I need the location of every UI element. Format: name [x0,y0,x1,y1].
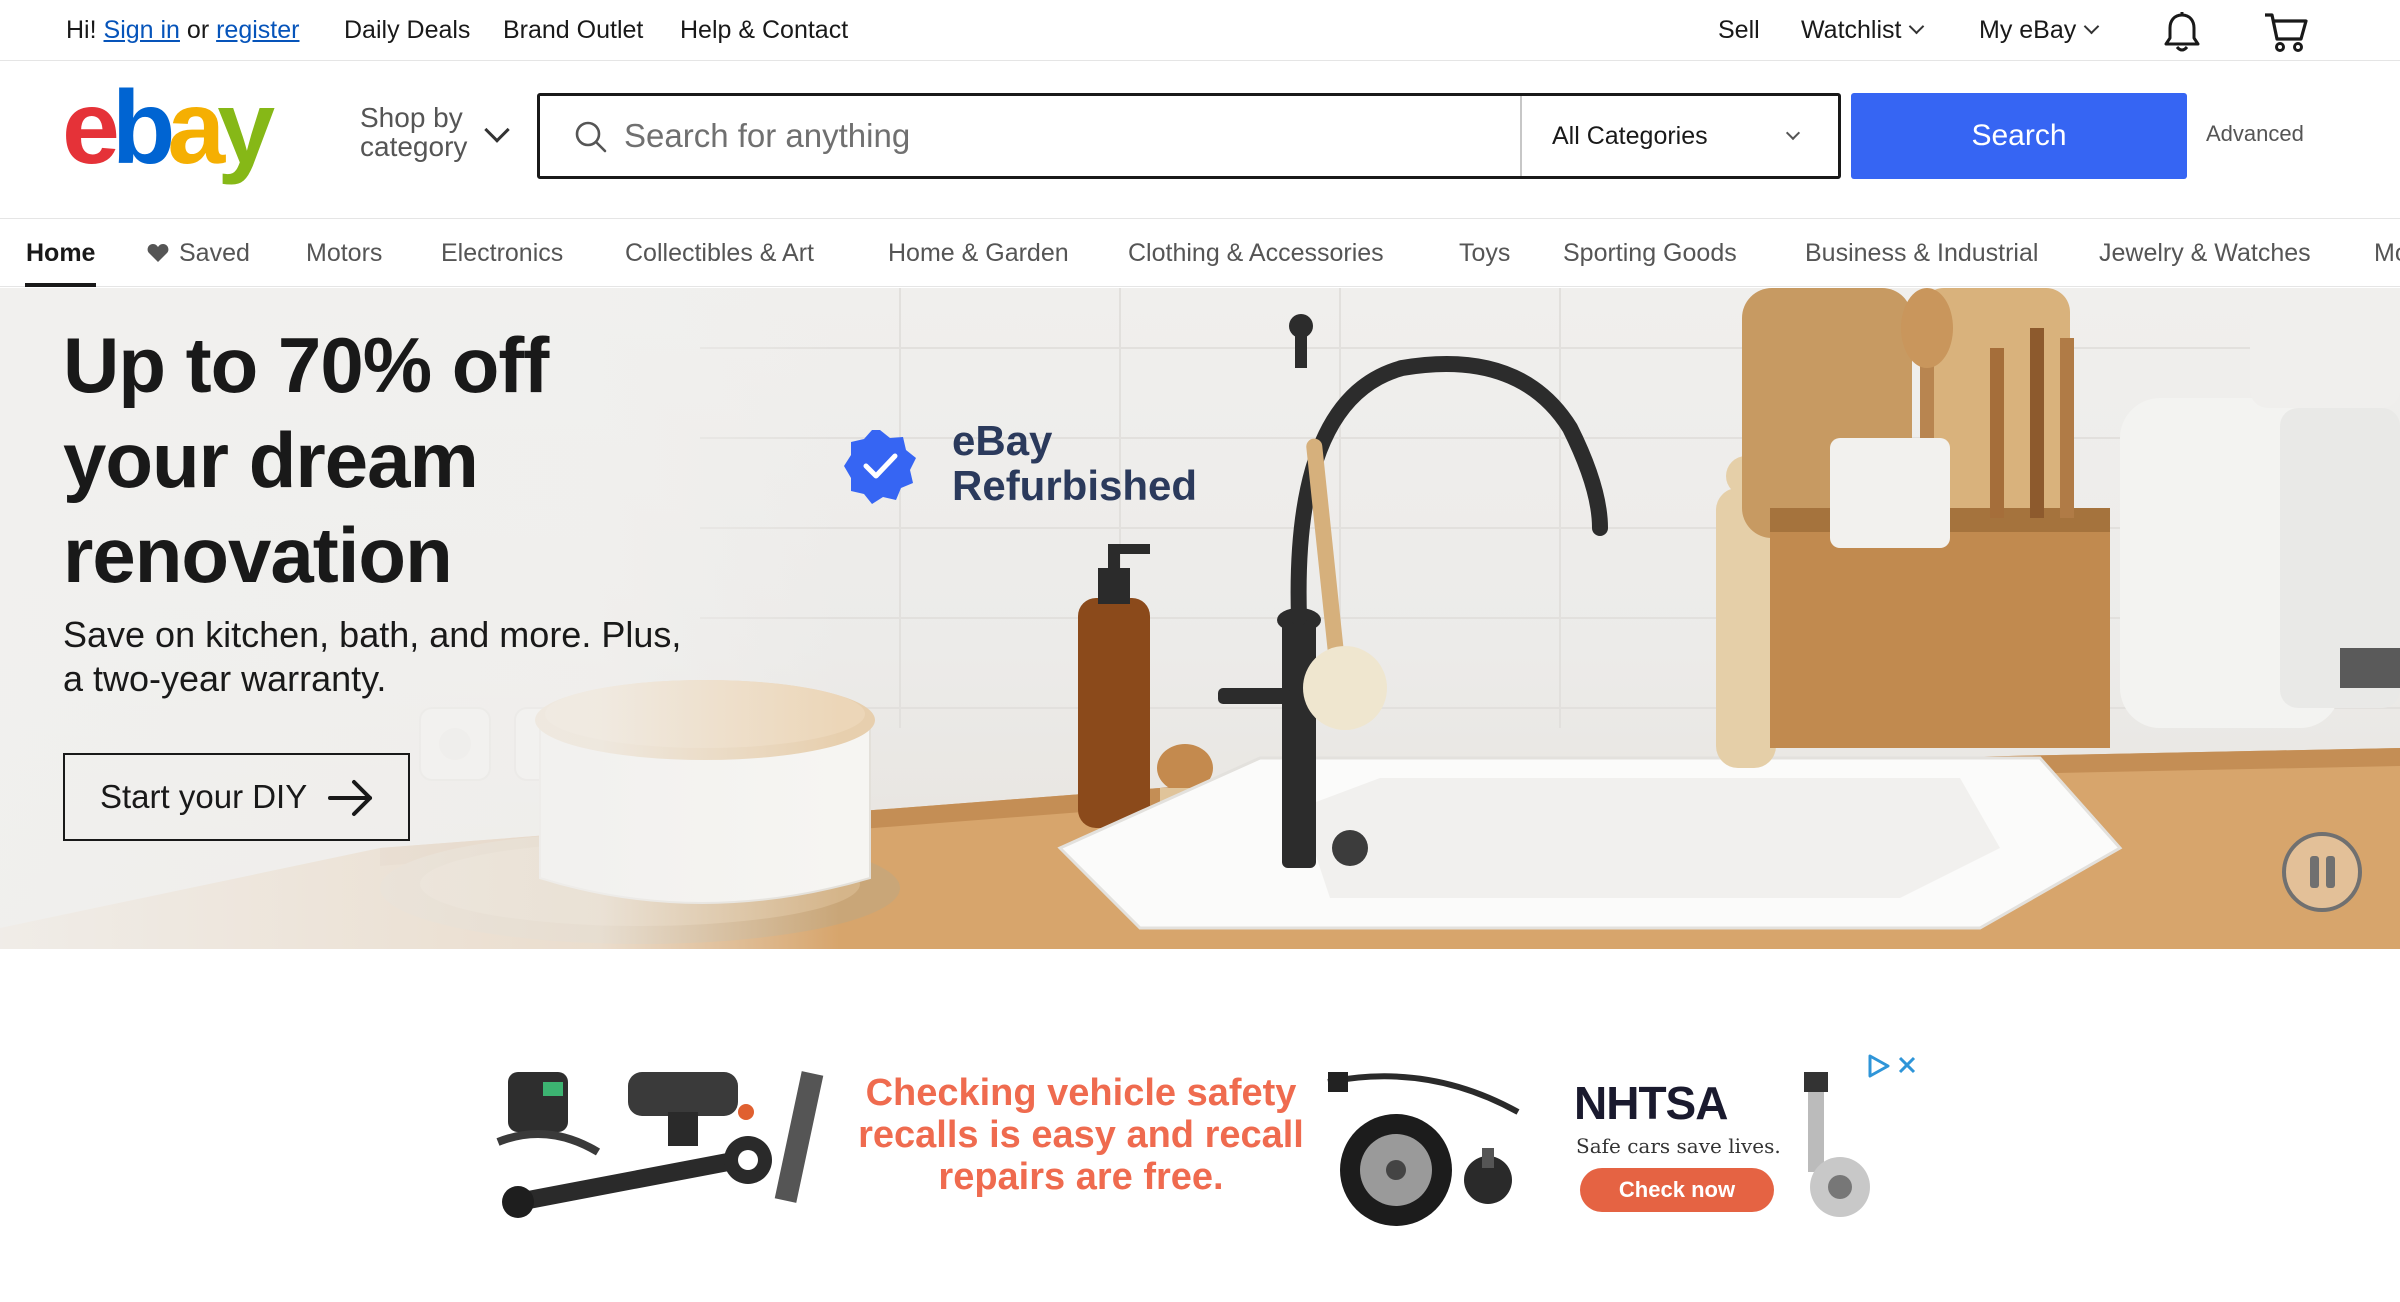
nav-item-more[interactable]: Mo [2374,219,2400,287]
nav-item-collectibles[interactable]: Collectibles & Art [625,219,814,287]
header: ebay Shop by category All Categories Sea… [0,61,2400,219]
nav-item-business[interactable]: Business & Industrial [1805,219,2038,287]
register-link[interactable]: register [216,16,299,45]
ebay-refurbished-badge: eBay Refurbished [842,418,1222,528]
cart-icon[interactable] [2262,8,2310,56]
refurbished-text: eBay Refurbished [952,418,1197,508]
pause-icon [2310,856,2319,888]
shop-by-category-label: Shop by category [360,102,468,162]
ad-headline: Checking vehicle safety recalls is easy … [858,1072,1304,1198]
brand-outlet-link[interactable]: Brand Outlet [503,0,643,61]
verified-badge-icon [844,430,916,504]
refurbished-line-2: Refurbished [952,462,1198,509]
active-tab-indicator [25,283,96,287]
sell-link[interactable]: Sell [1718,0,1760,61]
or-text: or [186,16,210,44]
ebay-logo[interactable]: ebay [62,70,300,189]
ad-choices-icon[interactable] [1866,1052,1920,1080]
hero-banner[interactable]: Up to 70% off your dream renovation Save… [0,288,2400,949]
greeting-text: Hi! [66,16,97,44]
my-ebay-menu[interactable]: My eBay [1979,0,2100,61]
chevron-down-icon [1785,125,1801,141]
advanced-search-link[interactable]: Advanced [2206,121,2304,147]
watchlist-label: Watchlist [1801,16,1902,44]
shop-by-category-button[interactable]: Shop by category [360,103,520,169]
search-icon [575,121,607,153]
svg-text:ebay: ebay [62,87,275,186]
category-select-value: All Categories [1552,121,1708,150]
category-nav: Home Saved Motors Electronics Collectibl… [0,219,2400,287]
hero-subtext: Save on kitchen, bath, and more. Plus, a… [63,614,682,699]
chevron-down-icon [2083,18,2100,35]
my-ebay-label: My eBay [1979,16,2077,44]
category-select[interactable]: All Categories [1522,96,1838,176]
refurbished-line-1: eBay [952,417,1053,464]
nav-item-clothing[interactable]: Clothing & Accessories [1128,219,1384,287]
start-diy-label: Start your DIY [100,778,308,815]
nav-item-electronics[interactable]: Electronics [441,219,563,287]
daily-deals-link[interactable]: Daily Deals [344,0,470,61]
hero-headline: Up to 70% off your dream renovation [63,321,549,599]
nav-item-label: Saved [179,238,250,267]
pause-icon [2326,856,2335,888]
check-now-button[interactable]: Check now [1580,1168,1774,1212]
nav-item-motors[interactable]: Motors [306,219,382,287]
heart-icon [147,244,169,262]
search-button[interactable]: Search [1851,93,2187,179]
carousel-pause-button[interactable] [2282,832,2362,912]
arrow-right-icon [328,780,372,816]
sign-in-link[interactable]: Sign in [104,16,180,45]
nav-item-sporting-goods[interactable]: Sporting Goods [1563,219,1737,287]
nav-item-saved[interactable]: Saved [147,219,250,287]
notification-bell-icon[interactable] [2158,8,2206,56]
nav-item-home-garden[interactable]: Home & Garden [888,219,1069,287]
greeting: Hi! Sign in or register [66,0,299,61]
start-diy-button[interactable]: Start your DIY [63,753,410,841]
ad-tagline: Safe cars save lives. [1576,1134,1781,1158]
nav-item-home[interactable]: Home [26,219,95,287]
help-contact-link[interactable]: Help & Contact [680,0,848,61]
chevron-down-icon [484,117,510,143]
nav-item-jewelry[interactable]: Jewelry & Watches [2099,219,2311,287]
top-utility-bar: Hi! Sign in or register Daily Deals Bran… [0,0,2400,61]
ad-brand: NHTSA [1574,1077,1728,1129]
search-input[interactable] [624,106,1524,166]
nav-item-toys[interactable]: Toys [1459,219,1510,287]
nhtsa-ad[interactable]: Checking vehicle safety recalls is easy … [488,1052,1920,1232]
watchlist-menu[interactable]: Watchlist [1801,0,1925,61]
search-bar: All Categories [537,93,1841,179]
chevron-down-icon [1909,18,1925,35]
